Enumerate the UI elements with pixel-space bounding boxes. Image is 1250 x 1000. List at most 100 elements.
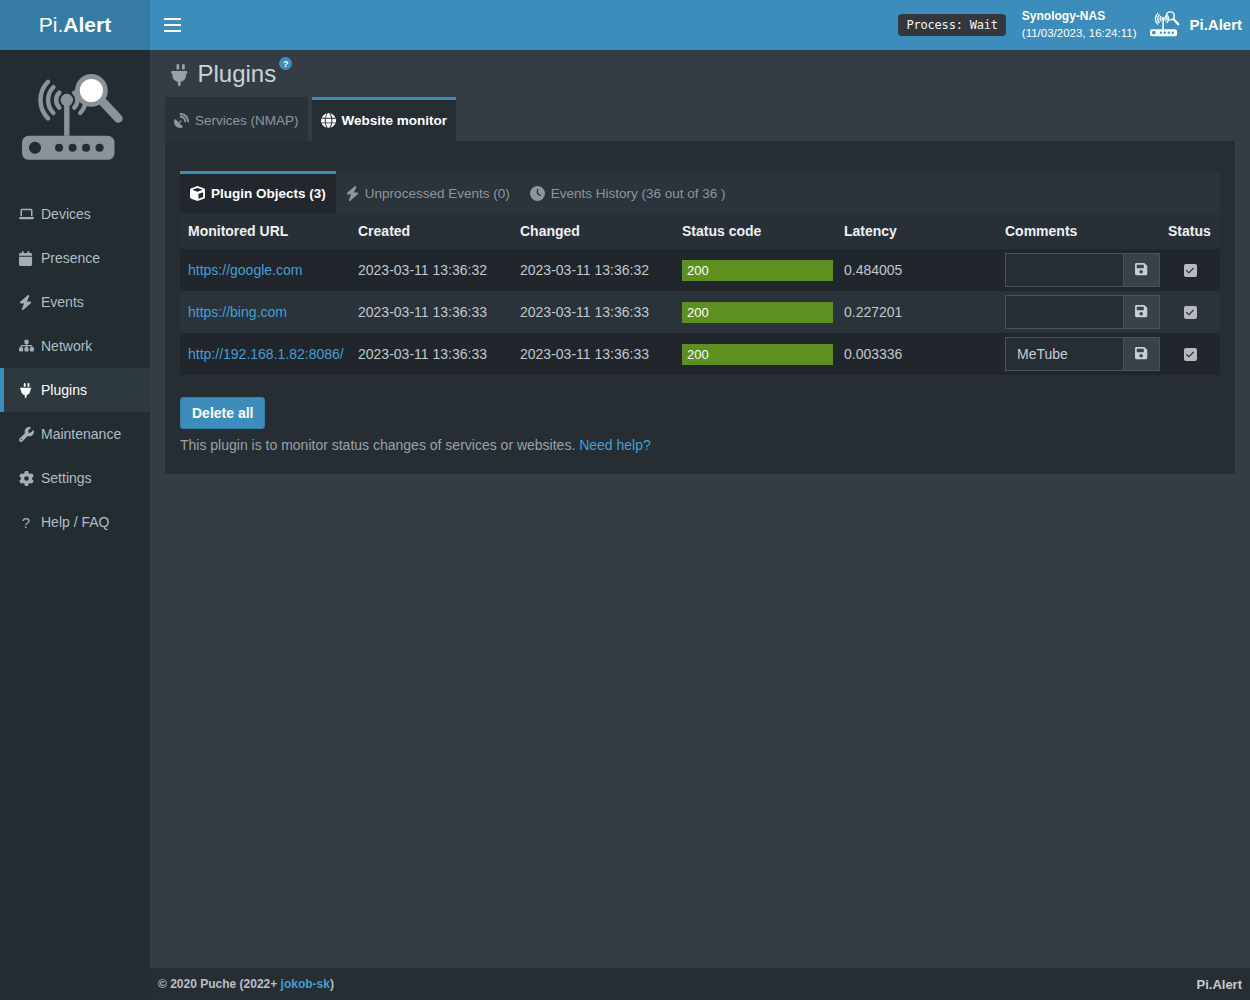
host-time: (11/03/2023, 16:24:11) xyxy=(1022,25,1137,41)
sidebar-item-maintenance[interactable]: Maintenance xyxy=(0,412,150,456)
delete-all-button[interactable]: Delete all xyxy=(180,397,265,429)
footer-copyright-close: ) xyxy=(330,977,334,991)
bolt-icon xyxy=(346,186,359,201)
comment-input[interactable] xyxy=(1005,337,1123,371)
bolt-icon xyxy=(18,295,34,310)
sidebar-item-settings[interactable]: Settings xyxy=(0,456,150,500)
plugin-description-text: This plugin is to monitor status changes… xyxy=(180,437,575,453)
tab-label: Website monitor xyxy=(342,113,448,128)
created-cell: 2023-03-11 13:36:33 xyxy=(350,333,512,375)
tab-website-monitor[interactable]: Website monitor xyxy=(312,97,457,141)
latency-cell: 0.484005 xyxy=(836,249,997,291)
tab-events-history-36-out-of-36[interactable]: Events History (36 out of 36 ) xyxy=(520,171,736,213)
created-cell: 2023-03-11 13:36:33 xyxy=(350,291,512,333)
footer-app-name: Pi.Alert xyxy=(1196,977,1242,992)
sidebar-item-devices[interactable]: Devices xyxy=(0,192,150,236)
sidebar-item-label: Settings xyxy=(41,470,92,486)
host-info: Synology-NAS (11/03/2023, 16:24:11) xyxy=(1022,8,1137,41)
column-header-status: Status xyxy=(1160,213,1220,249)
tab-label: Unprocessed Events (0) xyxy=(365,186,510,201)
floppy-icon xyxy=(1135,346,1147,363)
changed-cell: 2023-03-11 13:36:32 xyxy=(512,249,674,291)
comment-input[interactable] xyxy=(1005,295,1123,329)
monitored-url-link[interactable]: https://bing.com xyxy=(188,304,287,320)
latency-cell: 0.227201 xyxy=(836,291,997,333)
sidebar-item-presence[interactable]: Presence xyxy=(0,236,150,280)
process-status-badge: Process: Wait xyxy=(898,14,1005,36)
floppy-icon xyxy=(1135,262,1147,279)
brand-prefix: Pi. xyxy=(39,13,64,37)
sidebar-item-plugins[interactable]: Plugins xyxy=(0,368,150,412)
status-code-bar: 200 xyxy=(682,302,833,323)
status-checkbox[interactable] xyxy=(1184,306,1197,319)
save-comment-button[interactable] xyxy=(1123,253,1160,287)
column-header-comments: Comments xyxy=(997,213,1160,249)
tab-plugin-objects-3[interactable]: Plugin Objects (3) xyxy=(180,171,336,213)
gear-icon xyxy=(18,471,34,486)
table-row: http://192.168.1.82:8086/2023-03-11 13:3… xyxy=(180,333,1220,375)
plugin-type-tabs: Services (NMAP) Website monitor xyxy=(150,97,1250,141)
jokob-sk-link[interactable]: jokob-sk xyxy=(281,977,330,991)
sidebar-item-label: Help / FAQ xyxy=(41,514,109,530)
table-row: https://google.com 2023-03-11 13:36:32202… xyxy=(180,249,1220,291)
column-header-latency: Latency xyxy=(836,213,997,249)
changed-cell: 2023-03-11 13:36:33 xyxy=(512,291,674,333)
plugin-objects-table: Monitored URLCreatedChangedStatus codeLa… xyxy=(180,213,1220,375)
latency-cell: 0.003336 xyxy=(836,333,997,375)
help-badge[interactable]: ? xyxy=(279,57,292,70)
sidebar-item-help-faq[interactable]: ? Help / FAQ xyxy=(0,500,150,544)
column-header-status-code: Status code xyxy=(674,213,836,249)
question-icon: ? xyxy=(18,514,34,531)
sidebar-item-label: Maintenance xyxy=(41,426,121,442)
plugin-description: This plugin is to monitor status changes… xyxy=(180,437,1220,453)
status-code-bar: 200 xyxy=(682,344,833,365)
status-code-bar: 200 xyxy=(682,260,833,281)
need-help-link[interactable]: Need help? xyxy=(579,437,651,453)
column-header-monitored-url: Monitored URL xyxy=(180,213,350,249)
save-comment-button[interactable] xyxy=(1123,337,1160,371)
tab-label: Services (NMAP) xyxy=(195,113,299,128)
cube-icon xyxy=(190,186,205,201)
brand-link[interactable]: Pi.Alert xyxy=(0,0,150,50)
monitored-url-link[interactable]: https://google.com xyxy=(188,262,302,278)
sidebar-toggle-icon[interactable] xyxy=(150,0,194,50)
sidebar: DevicesPresenceEvents Network Plugins Maint… xyxy=(0,50,150,1000)
sidebar-item-label: Plugins xyxy=(41,382,87,398)
changed-cell: 2023-03-11 13:36:33 xyxy=(512,333,674,375)
comment-input[interactable] xyxy=(1005,253,1123,287)
monitored-url-link[interactable]: http://192.168.1.82:8086/ xyxy=(188,346,344,362)
created-cell: 2023-03-11 13:36:32 xyxy=(350,249,512,291)
page-title-text: Plugins xyxy=(198,58,277,90)
plug-icon xyxy=(171,64,188,92)
column-header-created: Created xyxy=(350,213,512,249)
host-name: Synology-NAS xyxy=(1022,8,1137,25)
tab-services-nmap[interactable]: Services (NMAP) xyxy=(165,97,308,141)
save-comment-button[interactable] xyxy=(1123,295,1160,329)
globe-icon xyxy=(321,113,336,128)
tab-unprocessed-events-0[interactable]: Unprocessed Events (0) xyxy=(336,171,520,213)
sidebar-item-label: Network xyxy=(41,338,92,354)
wrench-icon xyxy=(18,427,34,442)
footer: © 2020 Puche (2022+ jokob-sk) Pi.Alert xyxy=(150,968,1250,1000)
floppy-icon xyxy=(1135,304,1147,321)
footer-copyright-text: © 2020 Puche (2022+ xyxy=(158,977,281,991)
brand-suffix: Alert xyxy=(63,13,111,37)
sidebar-item-network[interactable]: Network xyxy=(0,324,150,368)
app-logo[interactable]: Pi.Alert xyxy=(1136,10,1250,40)
table-row: https://bing.com 2023-03-11 13:36:332023-… xyxy=(180,291,1220,333)
router-logo-icon xyxy=(1150,10,1181,40)
sitemap-icon xyxy=(18,339,34,352)
tab-label: Events History (36 out of 36 ) xyxy=(551,186,726,201)
app-name: Pi.Alert xyxy=(1189,16,1242,33)
sidebar-item-events[interactable]: Events xyxy=(0,280,150,324)
clock-icon xyxy=(530,186,545,201)
top-header: Pi.Alert Process: Wait Synology-NAS (11/… xyxy=(0,0,1250,50)
status-checkbox[interactable] xyxy=(1184,264,1197,277)
navbar: Process: Wait Synology-NAS (11/03/2023, … xyxy=(150,0,1250,50)
content-area: Plugins ? Services (NMAP) Website monitor… xyxy=(150,50,1250,968)
tab-label: Plugin Objects (3) xyxy=(211,186,326,201)
laptop-icon xyxy=(18,208,34,220)
footer-copyright: © 2020 Puche (2022+ jokob-sk) xyxy=(158,977,334,991)
page-title: Plugins ? xyxy=(171,58,1235,92)
status-checkbox[interactable] xyxy=(1184,348,1197,361)
